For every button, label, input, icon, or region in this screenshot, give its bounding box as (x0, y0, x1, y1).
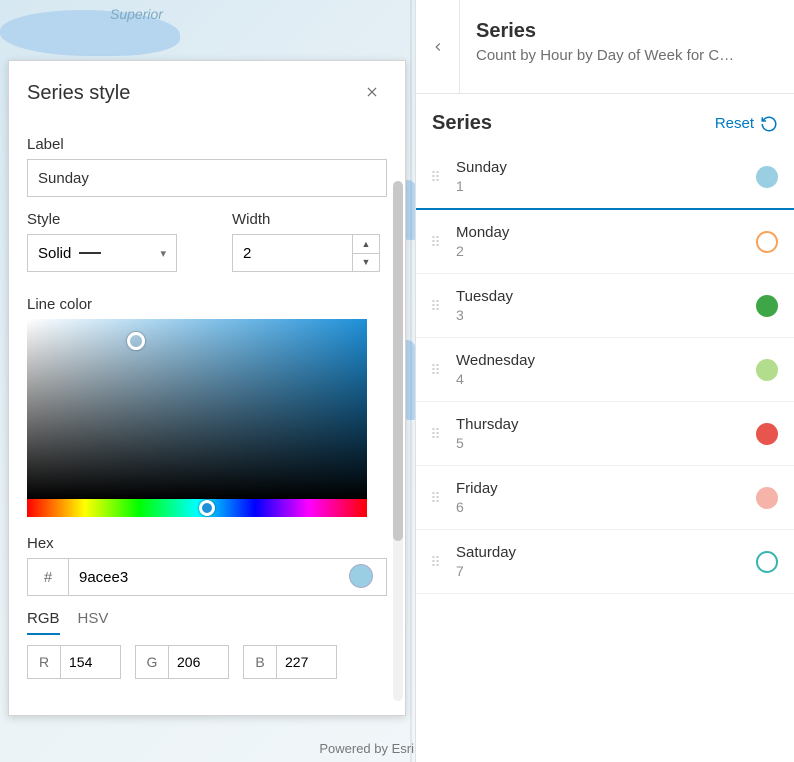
map-gridline (410, 0, 412, 762)
series-text: Wednesday 4 (456, 352, 746, 387)
dialog-body: Label Style Solid ▾ Width ▲ (9, 112, 405, 715)
series-name: Friday (456, 480, 746, 497)
line-sample-icon (79, 252, 101, 254)
hex-input[interactable] (69, 558, 387, 596)
linecolor-label: Line color (27, 296, 387, 313)
b-input[interactable] (277, 645, 337, 679)
drag-handle-icon[interactable]: ⠿ (426, 431, 446, 437)
hue-slider[interactable] (27, 499, 367, 517)
series-index: 7 (456, 563, 746, 579)
series-index: 1 (456, 178, 746, 194)
series-style-dialog: Series style Label Style Solid ▾ Width (8, 60, 406, 716)
series-index: 3 (456, 307, 746, 323)
saturation-value-picker[interactable] (27, 319, 367, 499)
series-index: 2 (456, 243, 746, 259)
back-button[interactable] (416, 0, 460, 94)
series-name: Wednesday (456, 352, 746, 369)
series-section-header: Series Reset (416, 94, 794, 145)
series-color-swatch[interactable] (756, 295, 778, 317)
series-row-monday[interactable]: ⠿ Monday 2 (416, 210, 794, 274)
drag-handle-icon[interactable]: ⠿ (426, 303, 446, 309)
reset-button[interactable]: Reset (715, 115, 778, 133)
series-name: Tuesday (456, 288, 746, 305)
series-color-swatch[interactable] (756, 487, 778, 509)
series-color-swatch[interactable] (756, 359, 778, 381)
dialog-title: Series style (27, 82, 130, 105)
series-row-friday[interactable]: ⠿ Friday 6 (416, 466, 794, 530)
series-row-thursday[interactable]: ⠿ Thursday 5 (416, 402, 794, 466)
series-text: Monday 2 (456, 224, 746, 259)
panel-titles: Series Count by Hour by Day of Week for … (460, 0, 794, 64)
sv-handle[interactable] (127, 332, 145, 350)
series-name: Thursday (456, 416, 746, 433)
style-value: Solid (38, 245, 71, 262)
panel-subtitle: Count by Hour by Day of Week for C… (476, 47, 774, 64)
series-section-title: Series (432, 112, 492, 135)
width-increase-button[interactable]: ▲ (353, 235, 379, 254)
series-color-swatch[interactable] (756, 231, 778, 253)
width-field-label: Width (232, 211, 387, 228)
color-preview-swatch (349, 564, 373, 588)
panel-title: Series (476, 20, 774, 43)
series-name: Saturday (456, 544, 746, 561)
drag-handle-icon[interactable]: ⠿ (426, 239, 446, 245)
drag-handle-icon[interactable]: ⠿ (426, 367, 446, 373)
series-index: 6 (456, 499, 746, 515)
series-text: Friday 6 (456, 480, 746, 515)
panel-header: Series Count by Hour by Day of Week for … (416, 0, 794, 94)
series-color-swatch[interactable] (756, 423, 778, 445)
hue-handle[interactable] (199, 500, 215, 516)
chevron-left-icon (431, 40, 445, 54)
r-input[interactable] (61, 645, 121, 679)
series-index: 5 (456, 435, 746, 451)
series-row-sunday[interactable]: ⠿ Sunday 1 (416, 145, 794, 210)
series-color-swatch[interactable] (756, 166, 778, 188)
series-row-saturday[interactable]: ⠿ Saturday 7 (416, 530, 794, 594)
drag-handle-icon[interactable]: ⠿ (426, 495, 446, 501)
series-index: 4 (456, 371, 746, 387)
chevron-down-icon: ▾ (160, 247, 166, 260)
style-select[interactable]: Solid ▾ (27, 234, 177, 272)
style-field-label: Style (27, 211, 182, 228)
series-row-tuesday[interactable]: ⠿ Tuesday 3 (416, 274, 794, 338)
reset-label: Reset (715, 115, 754, 132)
g-label: G (135, 645, 169, 679)
width-input[interactable] (232, 234, 352, 272)
hex-prefix: # (27, 558, 69, 596)
width-decrease-button[interactable]: ▼ (353, 254, 379, 272)
series-name: Monday (456, 224, 746, 241)
g-input[interactable] (169, 645, 229, 679)
tab-hsv[interactable]: HSV (78, 610, 109, 635)
reset-icon (760, 115, 778, 133)
series-text: Tuesday 3 (456, 288, 746, 323)
map-place-label: Superior (110, 6, 163, 22)
series-name: Sunday (456, 159, 746, 176)
series-text: Saturday 7 (456, 544, 746, 579)
drag-handle-icon[interactable]: ⠿ (426, 559, 446, 565)
series-text: Thursday 5 (456, 416, 746, 451)
scrollbar-thumb[interactable] (393, 181, 403, 541)
dialog-header: Series style (9, 61, 405, 112)
label-input[interactable] (27, 159, 387, 197)
drag-handle-icon[interactable]: ⠿ (426, 174, 446, 180)
series-list: ⠿ Sunday 1 ⠿ Monday 2 ⠿ Tuesday 3 ⠿ Wednesday 4 ⠿ Thu… (416, 145, 794, 762)
series-panel: Series Count by Hour by Day of Week for … (415, 0, 794, 762)
tab-rgb[interactable]: RGB (27, 610, 60, 635)
series-text: Sunday 1 (456, 159, 746, 194)
hex-label: Hex (27, 535, 387, 552)
close-icon (365, 85, 379, 99)
series-row-wednesday[interactable]: ⠿ Wednesday 4 (416, 338, 794, 402)
close-button[interactable] (357, 79, 387, 108)
rgb-inputs: R G B (27, 645, 387, 679)
hex-field: # (27, 558, 387, 596)
b-label: B (243, 645, 277, 679)
series-color-swatch[interactable] (756, 551, 778, 573)
r-label: R (27, 645, 61, 679)
map-attribution: Powered by Esri (319, 741, 414, 756)
width-spinner: ▲ ▼ (232, 234, 387, 272)
color-mode-tabs: RGB HSV (27, 610, 387, 635)
label-field-label: Label (27, 136, 387, 153)
